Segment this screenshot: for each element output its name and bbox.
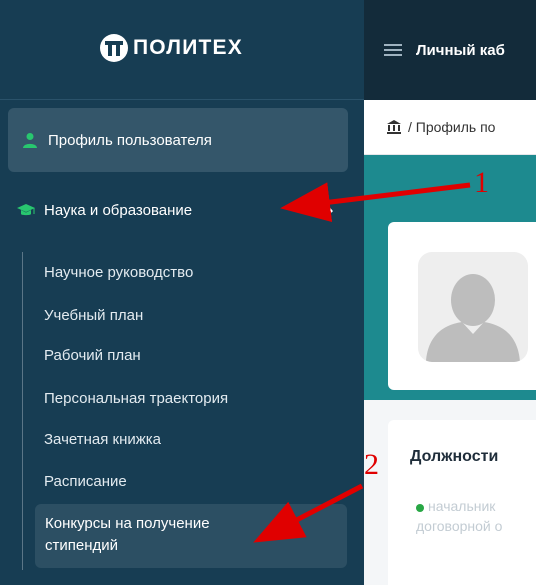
sidebar-item-profile[interactable]: Профиль пользователя: [8, 108, 348, 172]
avatar: [418, 252, 528, 362]
positions-heading: Должности: [410, 448, 499, 465]
sidebar-subitem-scholarships[interactable]: Конкурсы на получение стипендий: [35, 504, 347, 568]
sidebar-subitem-supervision[interactable]: Научное руководство: [44, 262, 193, 284]
avatar-placeholder-icon: [426, 274, 520, 362]
annotation-marker-2: 2: [364, 448, 379, 481]
breadcrumb-text[interactable]: / Профиль по: [408, 119, 495, 135]
position-text-line2: договорной о: [416, 518, 503, 534]
home-bank-icon[interactable]: [386, 119, 402, 135]
position-text-line1: начальник: [428, 498, 496, 514]
graduation-cap-icon: [17, 204, 35, 216]
sidebar-subitem-personal-trajectory[interactable]: Персональная траектория: [44, 388, 228, 410]
sidebar-item-label: Профиль пользователя: [48, 131, 212, 149]
sidebar-subitem-record-book[interactable]: Зачетная книжка: [44, 429, 161, 451]
submenu-divider: [22, 252, 23, 570]
sidebar-subitem-work-plan[interactable]: Рабочий план: [44, 345, 141, 367]
chevron-up-icon[interactable]: [320, 202, 334, 216]
positions-card: Должности начальник договорной о: [388, 420, 536, 585]
page-header-title: Личный каб: [416, 41, 505, 59]
sidebar-subitem-study-plan[interactable]: Учебный план: [44, 305, 143, 327]
sidebar-subitem-schedule[interactable]: Расписание: [44, 471, 127, 493]
top-bar: Личный каб: [364, 0, 536, 100]
brand-header: ПОЛИТЕХ: [0, 0, 364, 100]
sidebar: ПОЛИТЕХ Профиль пользователя Наука и обр…: [0, 0, 364, 585]
brand-name: ПОЛИТЕХ: [133, 35, 243, 59]
polytech-logo-icon: [100, 33, 128, 62]
sidebar-section-label: Наука и образование: [44, 201, 193, 219]
sidebar-subitem-label-line1: Конкурсы на получение: [45, 515, 210, 532]
sidebar-subitem-label-line2: стипендий: [45, 537, 119, 554]
user-icon: [23, 133, 37, 148]
hamburger-menu-icon[interactable]: [384, 43, 402, 57]
brand-logo[interactable]: ПОЛИТЕХ: [99, 33, 243, 63]
annotation-marker-1: 1: [474, 166, 489, 199]
status-dot-icon: [416, 504, 424, 512]
breadcrumb: / Профиль по: [364, 100, 536, 155]
sidebar-section-science[interactable]: Наука и образование: [0, 190, 364, 230]
